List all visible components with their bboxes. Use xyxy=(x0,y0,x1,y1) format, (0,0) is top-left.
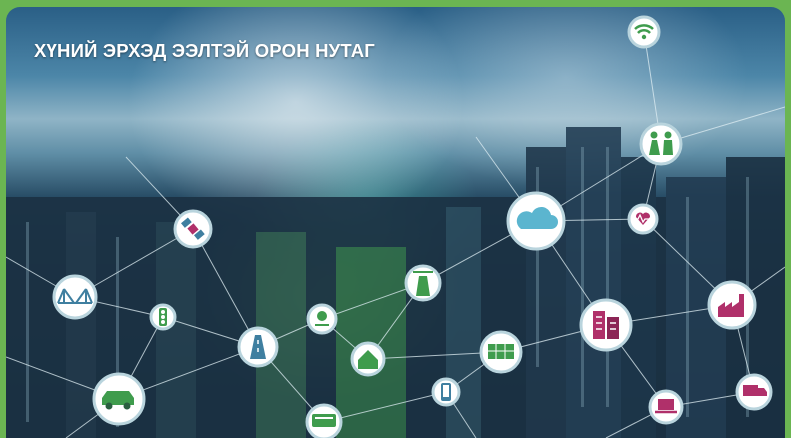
traffic-light-icon xyxy=(149,303,177,331)
buildings-icon xyxy=(579,298,633,352)
banner-title: ХҮНИЙ ЭРХЭД ЭЭЛТЭЙ ОРОН НУТАГ xyxy=(34,40,375,61)
smartphone-icon xyxy=(431,377,461,407)
house-icon xyxy=(350,341,386,377)
factory-icon xyxy=(707,280,757,330)
laptop-icon xyxy=(648,389,684,425)
bus-icon xyxy=(305,403,343,438)
truck-icon xyxy=(735,373,773,411)
bridge-icon xyxy=(52,274,98,320)
road-icon xyxy=(237,326,279,368)
solar-panel-icon xyxy=(479,330,523,374)
heart-rate-icon xyxy=(627,203,659,235)
satellite-icon xyxy=(173,209,213,249)
wifi-icon xyxy=(627,15,661,49)
people-icon xyxy=(639,122,683,166)
tower-icon xyxy=(404,264,442,302)
cloud-icon xyxy=(506,191,566,251)
banner-image: ХҮНИЙ ЭРХЭД ЭЭЛТЭЙ ОРОН НУТАГ xyxy=(6,7,785,438)
car-icon xyxy=(92,372,146,426)
smart-city-illustration xyxy=(6,15,785,438)
network-hub-icon xyxy=(306,303,338,335)
